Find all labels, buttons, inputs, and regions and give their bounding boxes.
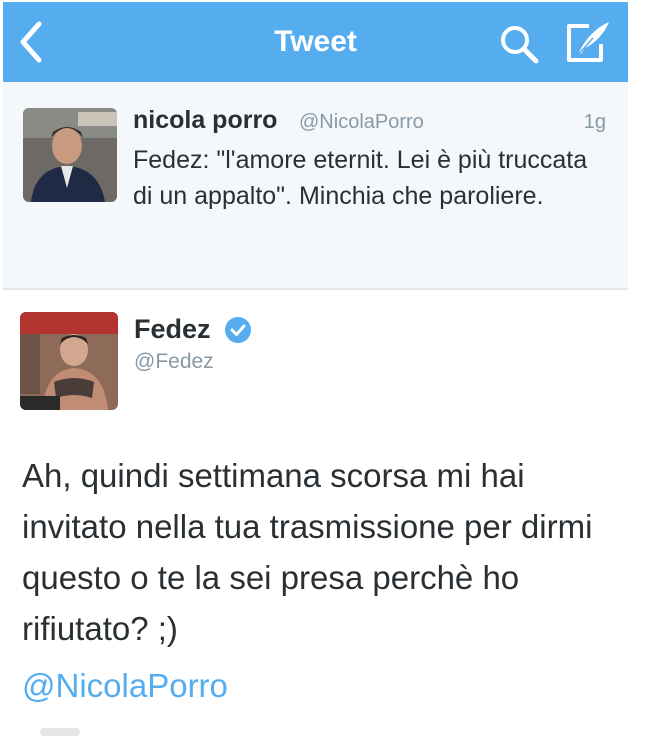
navigation-bar: Tweet bbox=[3, 2, 628, 82]
verified-badge-icon bbox=[225, 317, 251, 343]
tweet-detail-screen: Tweet nicola porro @NicolaPorro 1g Fedez… bbox=[0, 0, 660, 736]
compose-button[interactable] bbox=[563, 18, 613, 66]
compose-icon bbox=[567, 22, 609, 62]
avatar[interactable] bbox=[23, 108, 117, 202]
author-handle[interactable]: @Fedez bbox=[134, 350, 214, 374]
tweet-text: Ah, quindi settimana scorsa mi hai invit… bbox=[22, 457, 593, 647]
tweet-timestamp: 1g bbox=[583, 111, 606, 133]
fedez-avatar-image bbox=[20, 312, 118, 410]
nicola-porro-avatar-image bbox=[23, 108, 117, 202]
author-name[interactable]: nicola porro bbox=[133, 106, 277, 135]
author-name[interactable]: Fedez bbox=[134, 314, 211, 345]
search-button[interactable] bbox=[497, 22, 541, 66]
avatar[interactable] bbox=[20, 312, 118, 410]
back-button[interactable] bbox=[15, 20, 49, 64]
chevron-left-icon bbox=[20, 21, 42, 63]
tweet-actions-edge bbox=[40, 728, 80, 736]
search-icon bbox=[501, 26, 539, 64]
tweet-text: Fedez: "l'amore eternit. Lei è più trucc… bbox=[133, 146, 588, 210]
previous-tweet[interactable]: nicola porro @NicolaPorro 1g Fedez: "l'a… bbox=[3, 82, 628, 290]
author-handle[interactable]: @NicolaPorro bbox=[299, 111, 424, 134]
mention-link[interactable]: @NicolaPorro bbox=[22, 660, 228, 711]
